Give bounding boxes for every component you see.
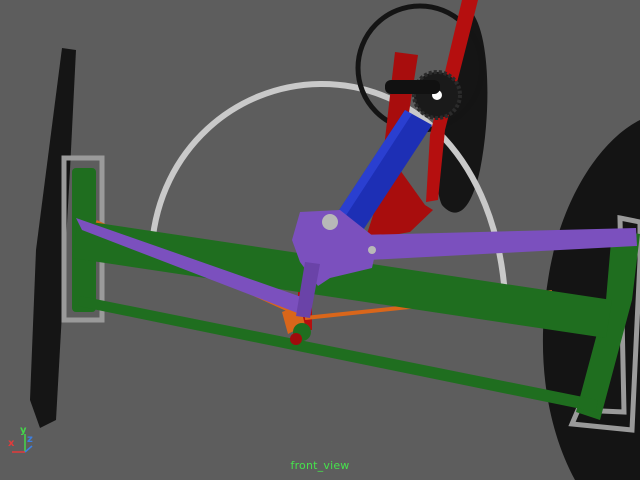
z-axis-label: z: [27, 434, 33, 445]
y-axis-label: y: [20, 425, 27, 436]
joint-red[interactable]: [290, 333, 302, 345]
x-axis-label: x: [8, 438, 15, 449]
scene-render[interactable]: [0, 0, 640, 480]
box-bolt: [368, 246, 376, 254]
left-wheel[interactable]: [30, 48, 76, 428]
axis-gizmo: x y z: [2, 424, 42, 456]
column-hub: [322, 214, 338, 230]
gear-shaft[interactable]: [385, 80, 440, 94]
3d-viewport[interactable]: x y z front_view: [0, 0, 640, 480]
camera-name-label: front_view: [290, 459, 350, 472]
